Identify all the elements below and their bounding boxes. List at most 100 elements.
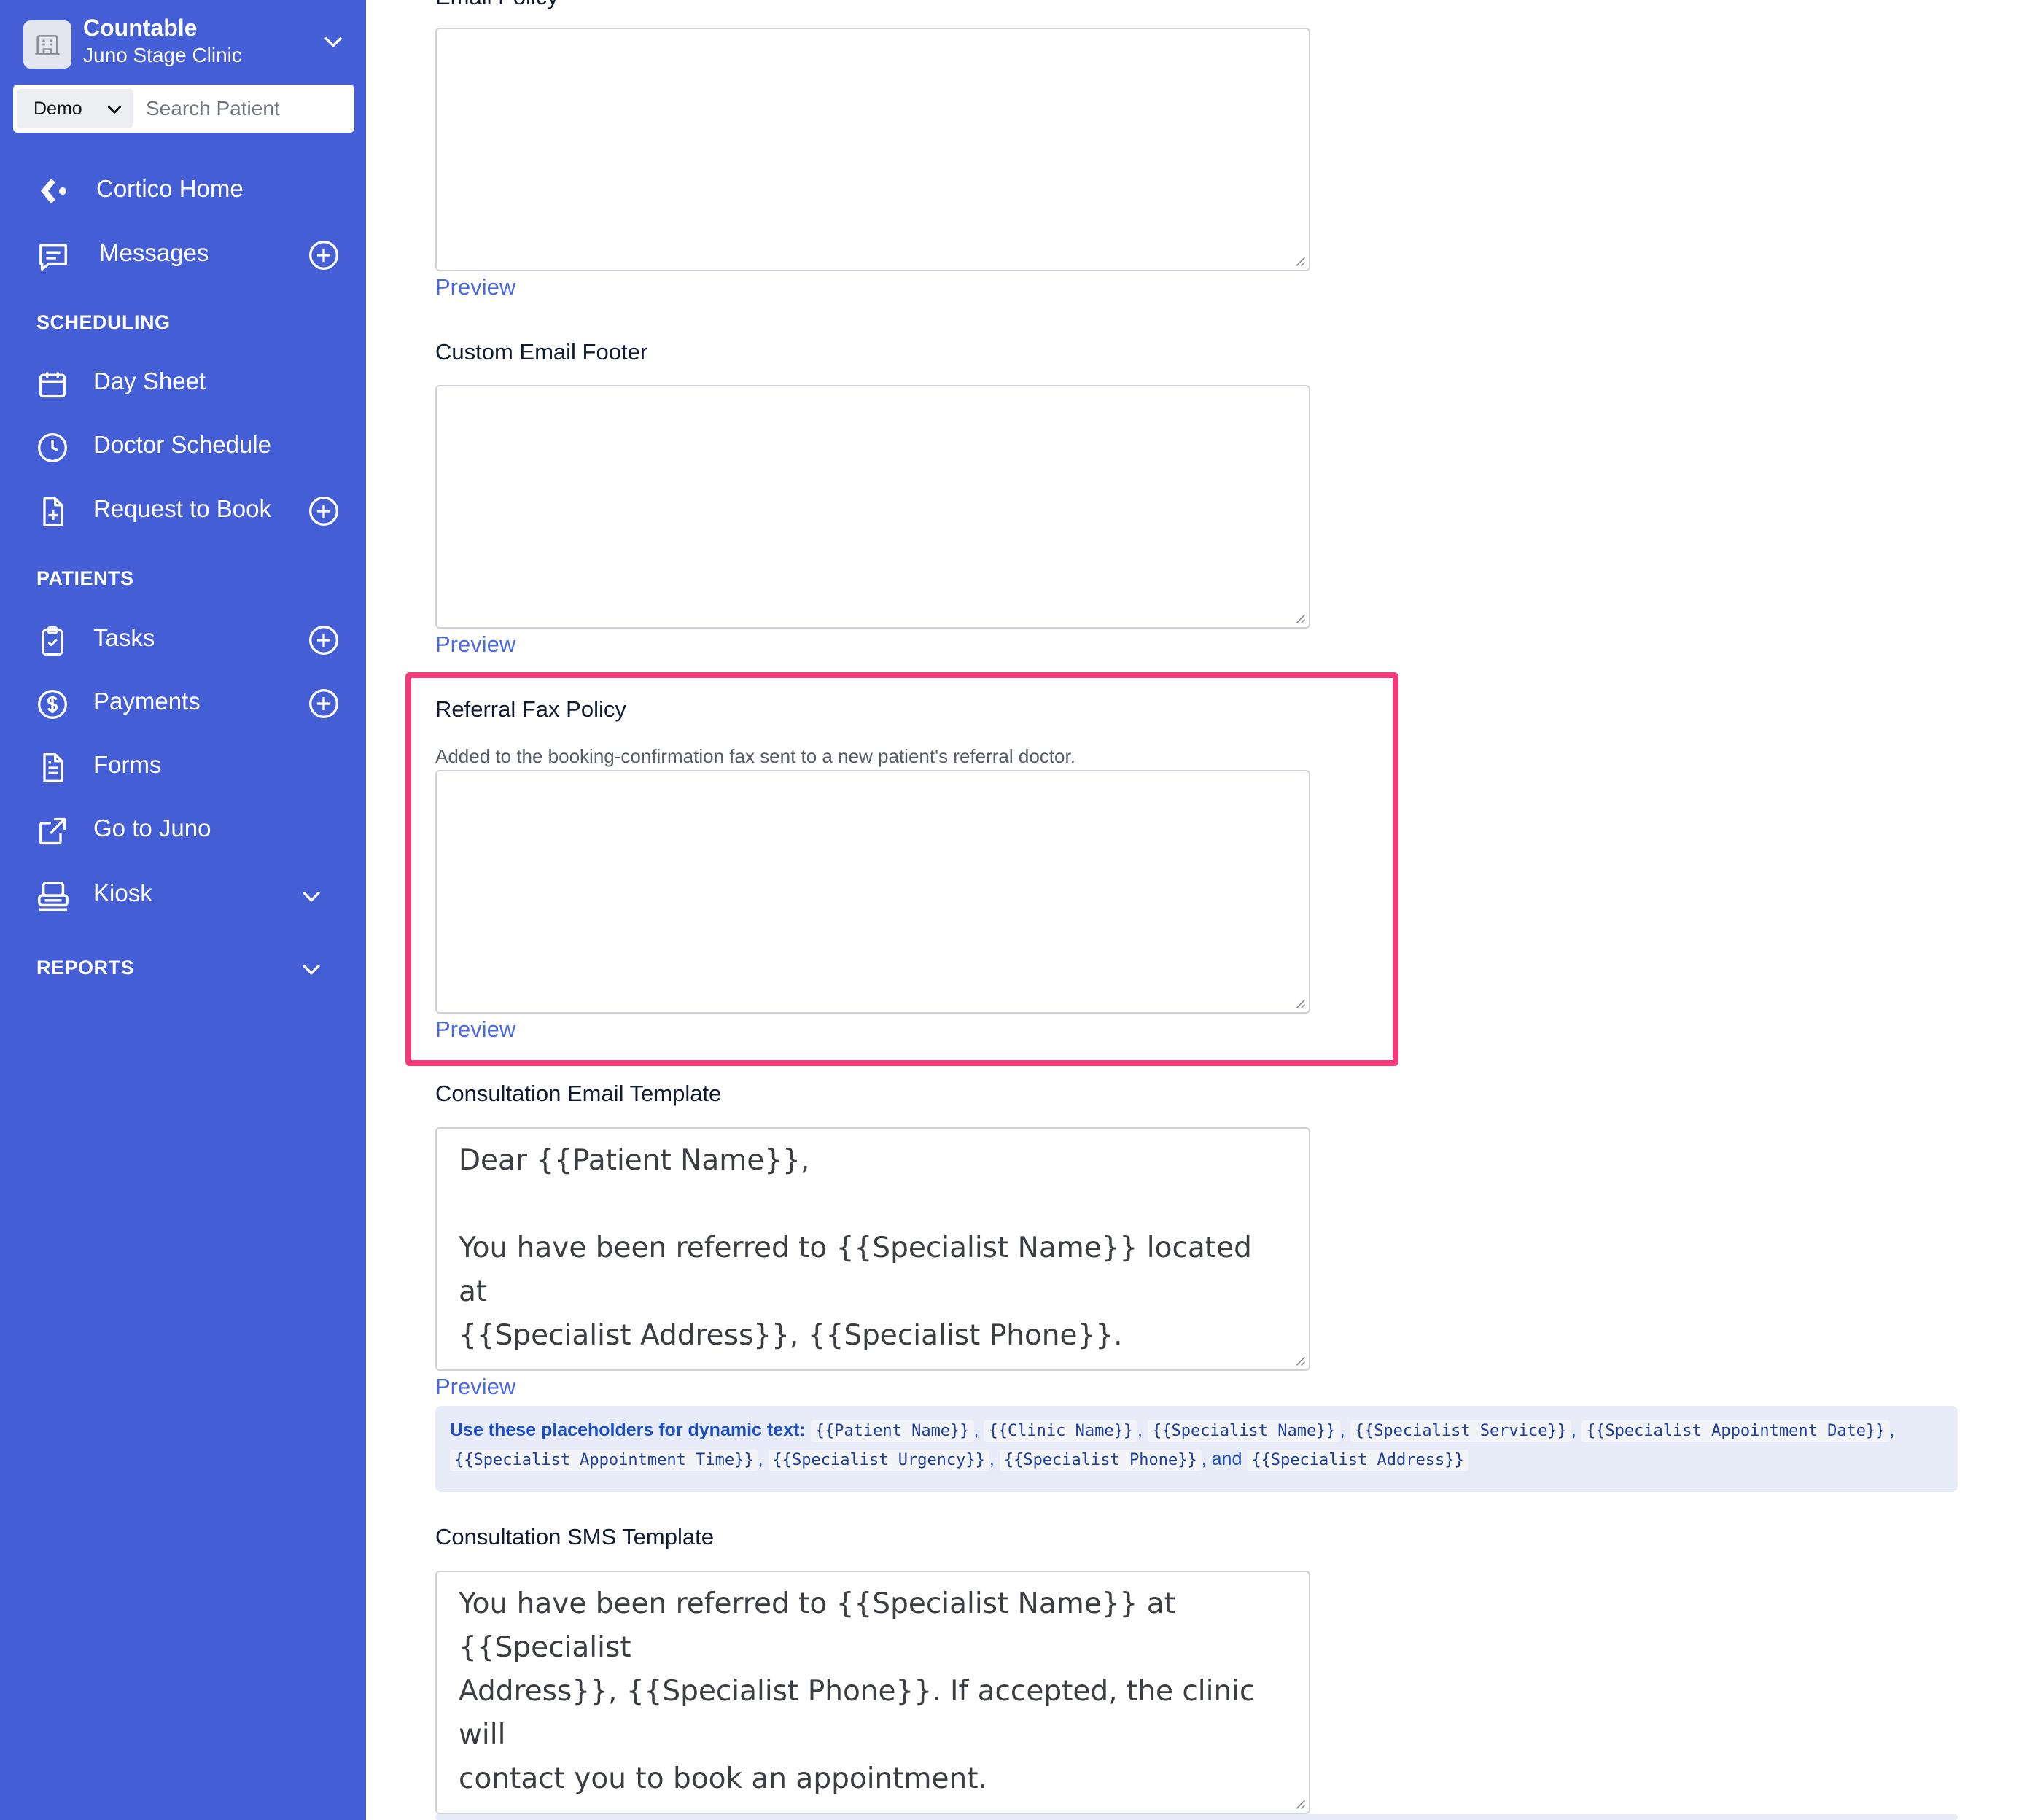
environment-select-value: Demo — [34, 98, 82, 119]
resize-grip-icon[interactable] — [1294, 1355, 1306, 1366]
nav-day-sheet[interactable]: Day Sheet — [0, 356, 366, 407]
clinic-name: Juno Stage Clinic — [83, 44, 242, 66]
placeholder-token: {{Specialist Phone}} — [999, 1450, 1202, 1471]
referral-fax-policy-preview-link[interactable]: Preview — [435, 1016, 515, 1043]
brand-name: Countable — [83, 15, 198, 41]
nav-label: Doctor Schedule — [93, 431, 271, 458]
consultation-sms-template-textarea[interactable]: You have been referred to {{Specialist N… — [435, 1571, 1310, 1814]
separator: , — [989, 1449, 995, 1469]
custom-email-footer-textarea[interactable] — [435, 385, 1310, 629]
external-link-icon — [36, 815, 67, 846]
add-payment-button[interactable] — [308, 688, 340, 720]
nav-label: Forms — [93, 751, 162, 778]
custom-email-footer-preview-link[interactable]: Preview — [435, 631, 515, 658]
chevron-down-icon[interactable] — [299, 884, 324, 912]
nav-label: Messages — [99, 239, 209, 266]
sidebar: Countable Juno Stage Clinic Demo Cortico… — [0, 0, 366, 1820]
referral-fax-policy-label: Referral Fax Policy — [435, 696, 626, 722]
separator: , — [1201, 1449, 1207, 1469]
calendar-icon — [36, 368, 67, 399]
chevron-down-icon[interactable] — [321, 29, 346, 58]
template-line: Address}}, {{Specialist Phone}}. If acce… — [459, 1675, 1256, 1751]
referral-fax-policy-help: Added to the booking-confirmation fax se… — [435, 745, 1075, 767]
nav-kiosk[interactable]: Kiosk — [0, 868, 366, 919]
nav-label: Tasks — [93, 624, 155, 651]
section-title-reports: REPORTS — [36, 957, 135, 979]
placeholder-token: {{Specialist Service}} — [1350, 1420, 1572, 1442]
email-policy-preview-link[interactable]: Preview — [435, 274, 515, 300]
nav-forms[interactable]: Forms — [0, 739, 366, 790]
referral-fax-policy-textarea[interactable] — [435, 770, 1310, 1014]
patient-search-bar: Demo — [13, 85, 354, 133]
message-icon — [36, 240, 67, 271]
custom-email-footer-label: Custom Email Footer — [435, 339, 648, 365]
nav-label: Go to Juno — [93, 814, 211, 841]
section-title-scheduling: SCHEDULING — [36, 311, 171, 333]
placeholder-token: {{Specialist Name}} — [1148, 1420, 1340, 1442]
separator: , — [1137, 1420, 1143, 1440]
nav-label: Payments — [93, 688, 201, 715]
separator: , — [1571, 1420, 1576, 1440]
clinic-switcher[interactable]: Countable Juno Stage Clinic — [23, 15, 351, 70]
nav-payments[interactable]: Payments — [0, 676, 366, 727]
nav-reports[interactable]: REPORTS — [0, 941, 366, 992]
chevron-down-icon — [105, 100, 124, 124]
consultation-email-template-label: Consultation Email Template — [435, 1081, 722, 1106]
template-line: You have been referred to {{Specialist N… — [459, 1587, 1175, 1664]
separator: , — [1339, 1420, 1345, 1440]
template-line: contact you to book an appointment. — [459, 1762, 987, 1795]
add-request-button[interactable] — [308, 495, 340, 527]
separator: , — [758, 1449, 763, 1469]
separator: , — [1889, 1420, 1895, 1440]
nav-label: Day Sheet — [93, 368, 206, 394]
nav-cortico-home[interactable]: Cortico Home — [0, 163, 366, 214]
placeholder-token: {{Specialist Urgency}} — [768, 1450, 989, 1471]
environment-select[interactable]: Demo — [17, 89, 133, 128]
resize-grip-icon[interactable] — [1294, 998, 1306, 1009]
consultation-email-template-textarea[interactable]: Dear {{Patient Name}}, You have been ref… — [435, 1127, 1310, 1371]
document-icon — [36, 752, 67, 782]
building-icon — [23, 20, 71, 69]
nav-go-to-juno[interactable]: Go to Juno — [0, 803, 366, 854]
add-task-button[interactable] — [308, 624, 340, 656]
kiosk-icon — [36, 880, 69, 911]
placeholder-token: {{Specialist Address}} — [1247, 1450, 1468, 1471]
resize-grip-icon[interactable] — [1294, 1798, 1306, 1810]
template-line: You have been referred to {{Specialist N… — [459, 1232, 1252, 1308]
clipboard-check-icon — [36, 625, 67, 656]
placeholder-token: {{Specialist Appointment Time}} — [450, 1450, 758, 1471]
nav-messages[interactable]: Messages — [0, 228, 366, 279]
email-policy-label: Email Policy — [435, 0, 559, 10]
nav-label: Request to Book — [93, 495, 271, 522]
next-info-box — [435, 1814, 1958, 1820]
nav-doctor-schedule[interactable]: Doctor Schedule — [0, 419, 366, 470]
resize-grip-icon[interactable] — [1294, 612, 1306, 624]
nav-request-to-book[interactable]: Request to Book — [0, 483, 366, 534]
and-word: and — [1211, 1449, 1242, 1469]
chevron-down-icon[interactable] — [299, 957, 324, 985]
file-plus-icon — [36, 496, 67, 526]
cortico-logo-icon — [36, 176, 67, 206]
section-title-patients: PATIENTS — [36, 567, 134, 589]
resize-grip-icon[interactable] — [1294, 255, 1306, 267]
placeholders-info: Use these placeholders for dynamic text:… — [435, 1406, 1958, 1492]
consultation-sms-template-label: Consultation SMS Template — [435, 1524, 714, 1549]
nav-tasks[interactable]: Tasks — [0, 612, 366, 664]
placeholder-token: {{Clinic Name}} — [984, 1420, 1138, 1442]
template-line: Dear {{Patient Name}}, — [459, 1144, 810, 1177]
dollar-circle-icon — [36, 688, 67, 719]
main-content: Email Policy Preview Custom Email Footer… — [366, 0, 2027, 1820]
placeholder-token: {{Specialist Appointment Date}} — [1581, 1420, 1890, 1442]
clock-icon — [36, 432, 67, 462]
placeholders-lead: Use these placeholders for dynamic text: — [450, 1420, 806, 1440]
email-policy-textarea[interactable] — [435, 28, 1310, 271]
nav-label: Cortico Home — [96, 175, 244, 202]
separator: , — [973, 1420, 979, 1440]
consultation-email-preview-link[interactable]: Preview — [435, 1374, 515, 1400]
template-line: {{Specialist Address}}, {{Specialist Pho… — [459, 1319, 1123, 1352]
search-patient-input[interactable] — [137, 89, 349, 128]
add-message-button[interactable] — [308, 239, 340, 271]
placeholder-token: {{Patient Name}} — [810, 1420, 974, 1442]
nav-label: Kiosk — [93, 879, 152, 906]
